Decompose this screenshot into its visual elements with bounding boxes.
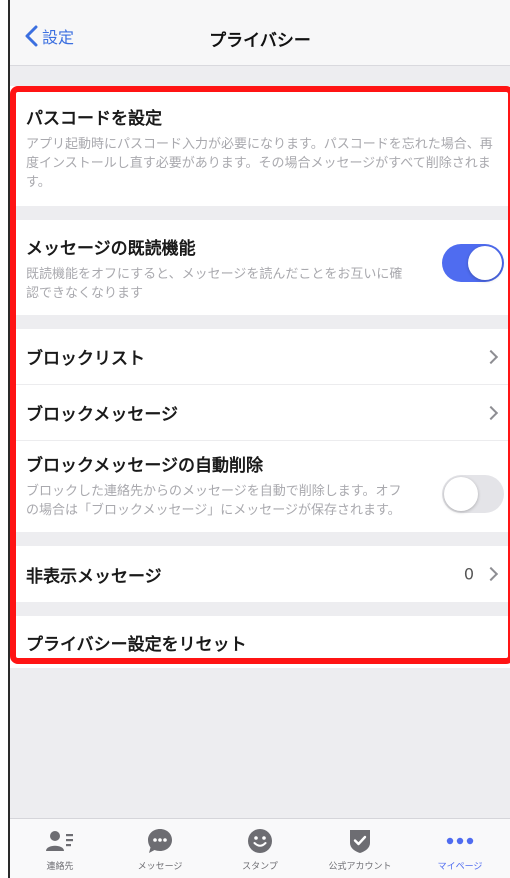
- tab-my-page[interactable]: マイページ: [414, 819, 506, 878]
- block-list-row[interactable]: ブロックリスト: [10, 329, 510, 385]
- smiley-icon: [246, 827, 274, 855]
- settings-group-read-receipts: メッセージの既読機能 既読機能をオフにすると、メッセージを読んだことをお互いに確…: [10, 220, 510, 315]
- tab-official-accounts[interactable]: 公式アカウント: [314, 819, 406, 878]
- toggle-knob: [444, 477, 478, 511]
- settings-group-block: ブロックリスト ブロックメッセージ ブロックメッセージの自動削除 ブロックした連…: [10, 329, 510, 532]
- settings-group-hidden: 非表示メッセージ 0: [10, 546, 510, 602]
- chevron-right-icon: [483, 349, 499, 364]
- chevron-right-icon: [483, 566, 499, 582]
- verified-shield-icon: [346, 827, 374, 855]
- hidden-messages-count: 0: [463, 564, 474, 584]
- section-gap: [10, 206, 510, 220]
- reset-privacy-row[interactable]: プライバシー設定をリセット: [10, 616, 510, 668]
- tab-label: メッセージ: [137, 862, 183, 872]
- passcode-row[interactable]: パスコードを設定 アプリ起動時にパスコード入力が必要になります。パスコードを忘れ…: [10, 86, 510, 206]
- passcode-title: パスコードを設定: [26, 109, 162, 129]
- navigation-bar: 設定 プライバシー: [10, 0, 510, 66]
- reset-privacy-title: プライバシー設定をリセット: [26, 634, 247, 655]
- tab-bar: 連絡先 メッセージ スタンプ 公式アカウント マイページ: [10, 818, 510, 878]
- passcode-description: アプリ起動時にパスコード入力が必要になります。パスコードを忘れた場合、再度インス…: [26, 137, 493, 190]
- auto-delete-blocked-toggle[interactable]: [442, 475, 504, 513]
- privacy-settings-list: パスコードを設定 アプリ起動時にパスコード入力が必要になります。パスコードを忘れ…: [10, 86, 510, 668]
- auto-delete-blocked-description: ブロックした連絡先からのメッセージを自動で削除します。オフの場合は「ブロックメッ…: [26, 484, 402, 518]
- tab-stamps[interactable]: スタンプ: [214, 819, 306, 878]
- hidden-messages-title: 非表示メッセージ: [26, 566, 162, 587]
- tab-messages[interactable]: メッセージ: [114, 819, 206, 878]
- toggle-knob: [468, 246, 502, 280]
- block-list-title: ブロックリスト: [26, 349, 145, 369]
- block-messages-title: ブロックメッセージ: [26, 405, 178, 425]
- tab-label: 公式アカウント: [328, 862, 392, 872]
- settings-group-reset: プライバシー設定をリセット: [10, 616, 510, 668]
- page-title: プライバシー: [209, 31, 311, 51]
- more-dots-icon: [446, 827, 474, 855]
- phone-screen: 設定 プライバシー パスコードを設定 アプリ起動時にパスコード入力が必要になりま…: [8, 0, 510, 878]
- contacts-icon: [46, 827, 74, 855]
- settings-group-passcode: パスコードを設定 アプリ起動時にパスコード入力が必要になります。パスコードを忘れ…: [10, 86, 510, 206]
- read-receipts-title: メッセージの既読機能: [26, 239, 196, 259]
- read-receipts-toggle[interactable]: [442, 244, 504, 282]
- block-messages-row[interactable]: ブロックメッセージ: [10, 385, 510, 441]
- auto-delete-blocked-title: ブロックメッセージの自動削除: [26, 456, 263, 476]
- chat-bubble-icon: [146, 827, 174, 855]
- tab-label: スタンプ: [242, 862, 278, 872]
- section-gap: [10, 602, 510, 616]
- read-receipts-description: 既読機能をオフにすると、メッセージを読んだことをお互いに確認できなくなります: [26, 267, 403, 301]
- tab-label: マイページ: [437, 862, 483, 872]
- hidden-messages-row[interactable]: 非表示メッセージ 0: [10, 546, 510, 602]
- section-gap: [10, 315, 510, 329]
- auto-delete-blocked-row: ブロックメッセージの自動削除 ブロックした連絡先からのメッセージを自動で削除しま…: [10, 441, 510, 532]
- section-gap: [10, 532, 510, 546]
- tab-contacts[interactable]: 連絡先: [14, 819, 106, 878]
- tab-label: 連絡先: [46, 862, 74, 872]
- chevron-right-icon: [483, 405, 499, 420]
- read-receipts-row: メッセージの既読機能 既読機能をオフにすると、メッセージを読んだことをお互いに確…: [10, 220, 510, 315]
